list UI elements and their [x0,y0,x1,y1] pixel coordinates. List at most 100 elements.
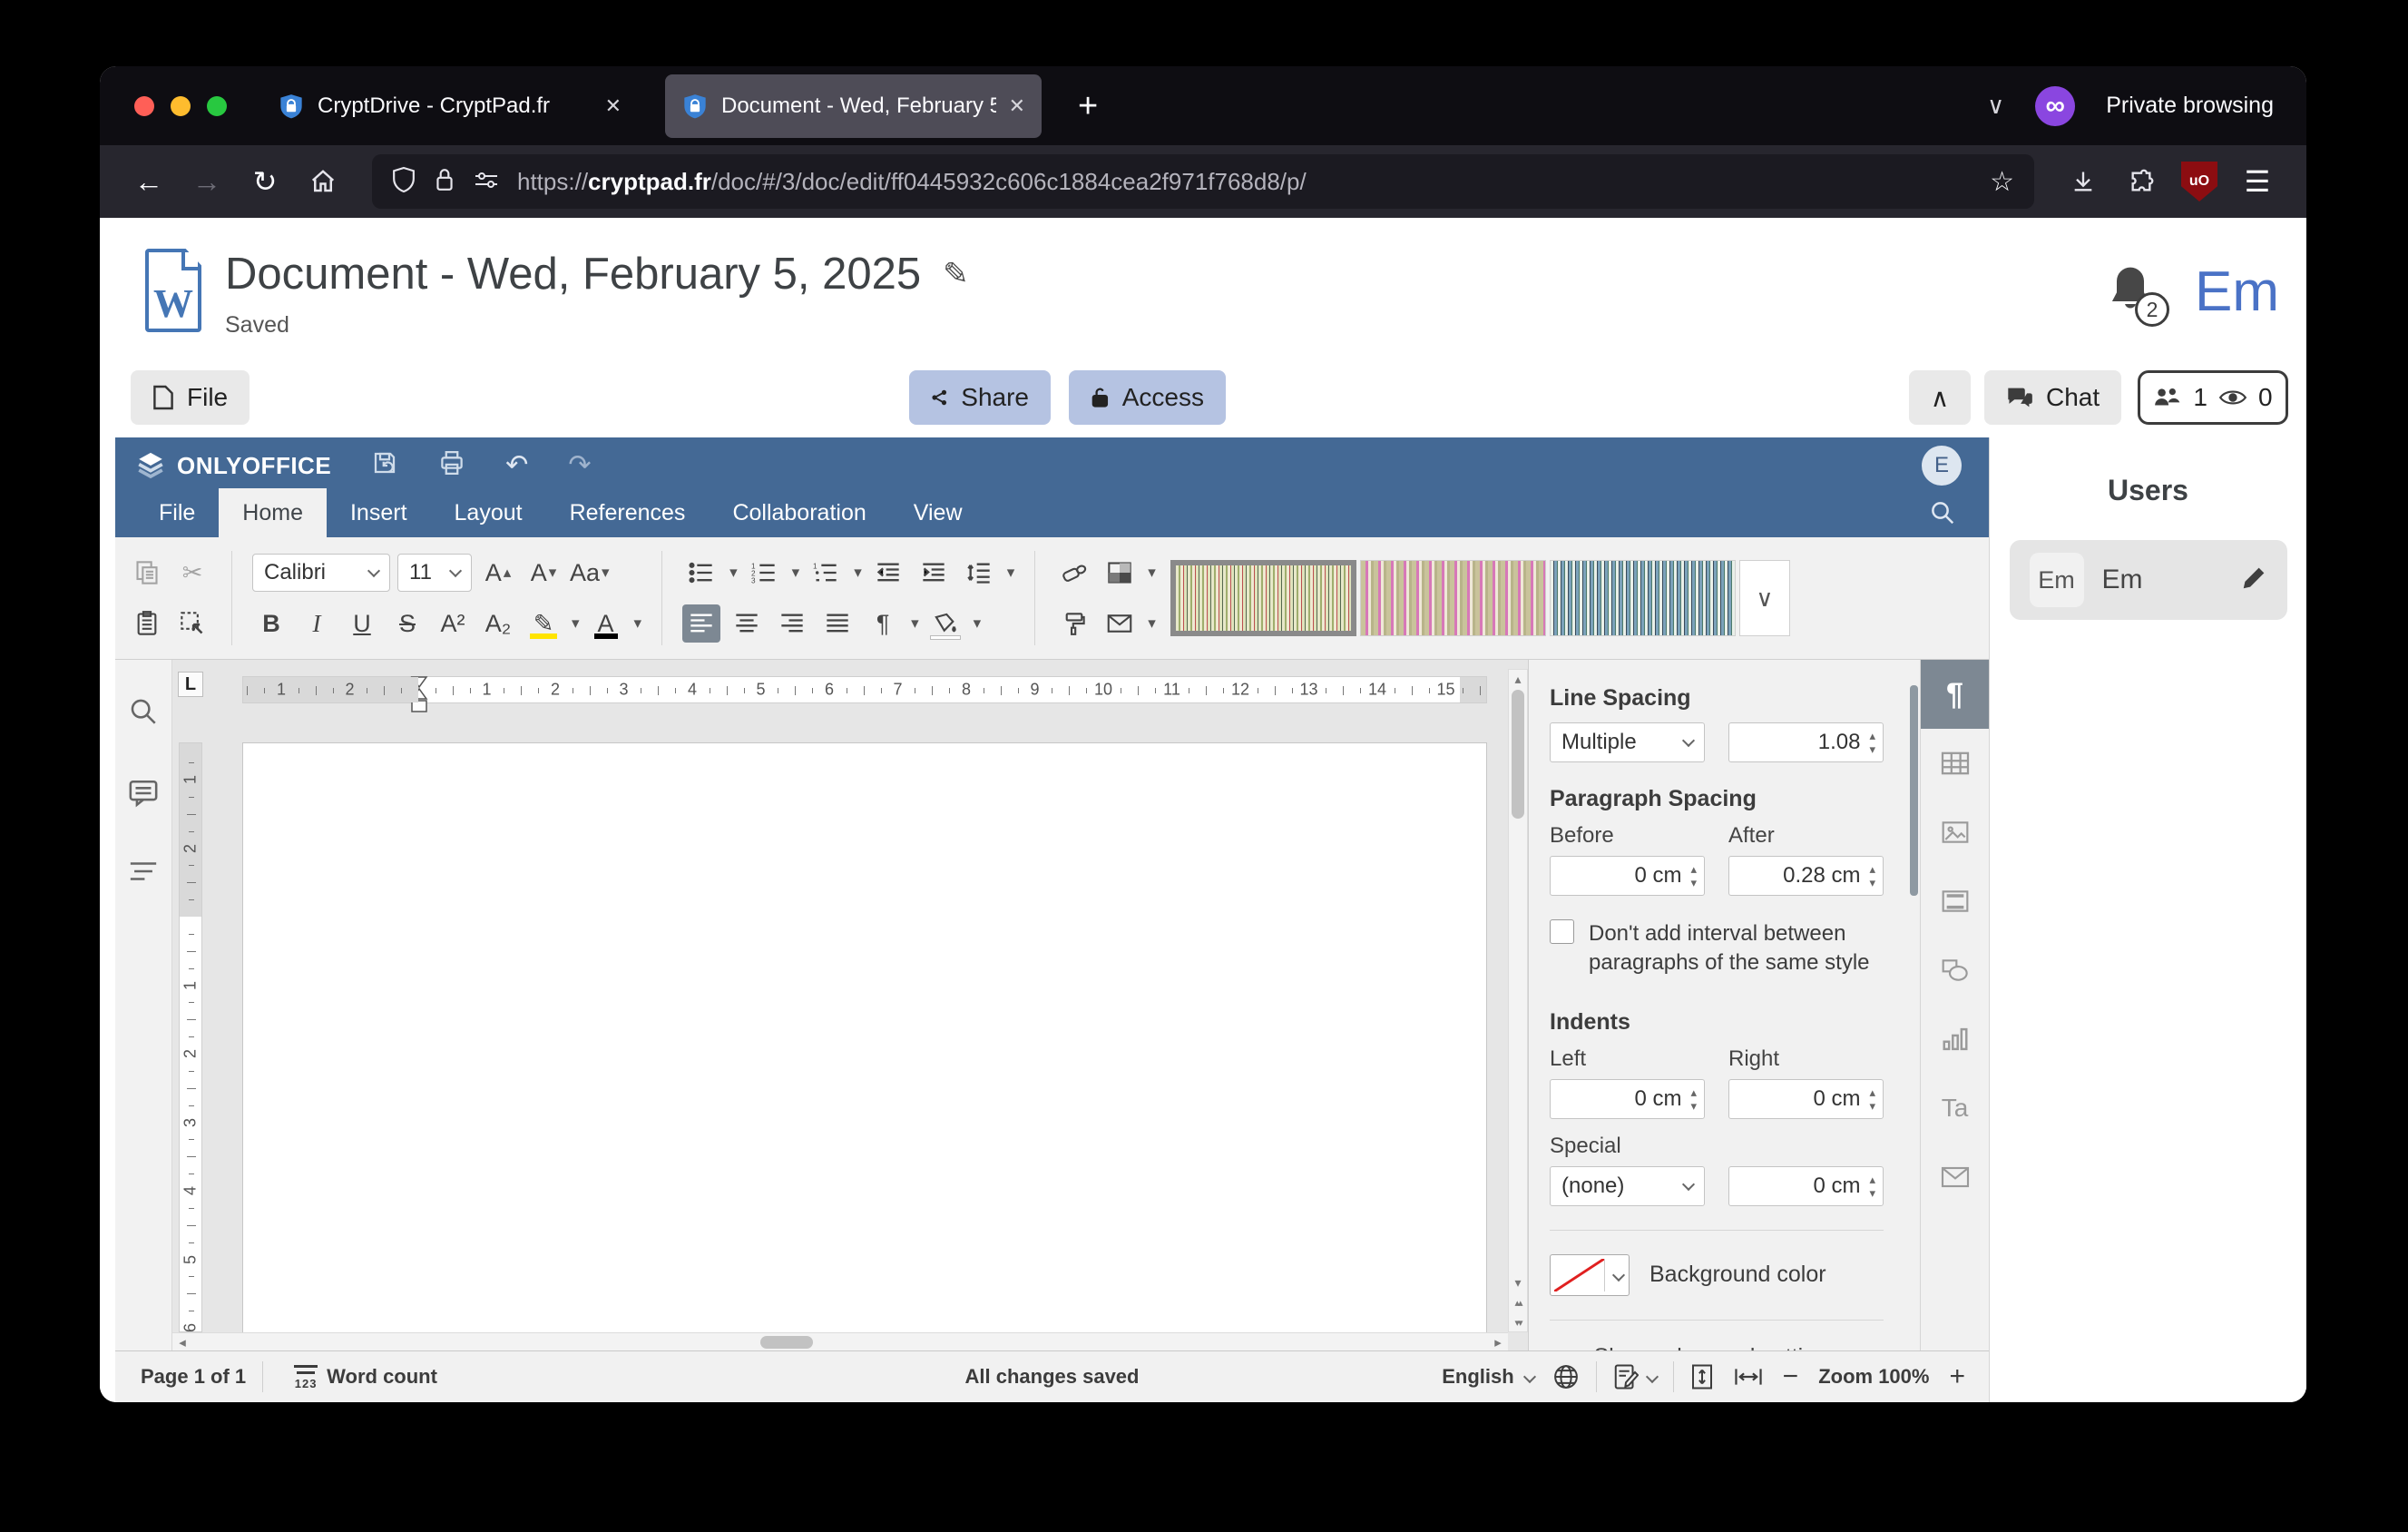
shape-settings-tab-icon[interactable] [1921,936,1989,1005]
menu-tab-home[interactable]: Home [219,488,327,537]
bookmark-star-icon[interactable]: ☆ [1990,166,2014,198]
chat-button[interactable]: Chat [1984,370,2121,425]
decrease-font-icon[interactable]: A▾ [524,554,563,592]
font-color-dropdown-icon[interactable]: ▾ [634,614,642,633]
edit-name-pencil-icon[interactable] [2240,565,2267,596]
align-right-icon[interactable] [773,604,811,643]
url-text[interactable]: https://cryptpad.fr/doc/#/3/doc/edit/ff0… [517,168,1972,196]
highlight-color-icon[interactable]: ✎ [524,604,563,643]
account-avatar[interactable]: Em [2195,264,2288,320]
zoom-window-button[interactable] [207,96,227,116]
interval-checkbox[interactable] [1550,919,1574,944]
minimize-window-button[interactable] [171,96,191,116]
image-settings-tab-icon[interactable] [1921,798,1989,867]
rename-pencil-icon[interactable]: ✎ [943,256,969,292]
tab-stop-selector[interactable]: L [178,672,203,697]
chart-settings-tab-icon[interactable] [1921,1005,1989,1074]
line-spacing-amount-spinner[interactable]: 1.08▴▾ [1728,722,1884,762]
ublock-origin-icon[interactable]: uO [2174,156,2225,207]
align-left-icon[interactable] [682,604,720,643]
table-settings-tab-icon[interactable] [1921,729,1989,798]
tab-close-icon[interactable]: ✕ [605,94,622,118]
multilevel-list-dropdown-icon[interactable]: ▾ [854,564,862,582]
style-preview-selected[interactable] [1170,560,1356,636]
background-color-swatch[interactable] [1550,1254,1630,1296]
align-center-icon[interactable] [728,604,766,643]
scroll-right-icon[interactable]: ▸ [1488,1333,1508,1350]
downloads-button[interactable] [2058,156,2109,207]
highlight-dropdown-icon[interactable]: ▾ [572,614,580,633]
special-indent-spinner[interactable]: 0 cm▴▾ [1728,1166,1884,1206]
numbered-list-dropdown-icon[interactable]: ▾ [792,564,800,582]
reload-button[interactable]: ↻ [240,156,290,207]
indent-left-spinner[interactable]: 0 cm▴▾ [1550,1079,1705,1119]
menu-tab-collaboration[interactable]: Collaboration [709,488,889,537]
copy-icon[interactable] [128,554,166,592]
bold-icon[interactable]: B [252,604,290,643]
change-case-icon[interactable]: Aa▾ [570,554,610,592]
menu-tab-file[interactable]: File [135,488,219,537]
zoom-level[interactable]: Zoom 100% [1818,1365,1929,1389]
horizontal-scroll-thumb[interactable] [760,1336,813,1349]
lock-icon[interactable] [434,167,455,197]
strikethrough-icon[interactable]: S [388,604,426,643]
bullet-list-icon[interactable] [682,554,720,592]
panel-scrollbar-thumb[interactable] [1910,685,1918,896]
horizontal-scrollbar[interactable]: ◂ ▸ [172,1332,1508,1350]
header-footer-settings-tab-icon[interactable] [1921,867,1989,936]
line-spacing-icon[interactable] [960,554,998,592]
mail-merge-icon[interactable] [1101,604,1139,643]
nonprinting-dropdown-icon[interactable]: ▾ [911,614,919,633]
superscript-icon[interactable]: A² [434,604,472,643]
document-workspace[interactable]: L 21123456789101112131415 21123456 ▴ ▾ ▴… [172,660,1528,1350]
zoom-out-icon[interactable]: − [1783,1361,1799,1392]
mail-merge-dropdown-icon[interactable]: ▾ [1148,614,1156,633]
app-menu-button[interactable]: ☰ [2232,156,2283,207]
table-shading-icon[interactable] [1101,554,1139,592]
increase-indent-icon[interactable] [915,554,953,592]
tab-cryptdrive[interactable]: CryptDrive - CryptPad.fr ✕ [261,74,638,138]
participants-indicator[interactable]: 1 0 [2138,370,2288,425]
multilevel-list-icon[interactable]: 1 [807,554,845,592]
user-list-item[interactable]: Em Em [2010,540,2287,620]
find-icon[interactable] [128,696,159,732]
forward-button[interactable]: → [181,156,232,207]
special-indent-select[interactable]: (none) [1550,1166,1705,1206]
mail-merge-settings-tab-icon[interactable] [1921,1143,1989,1212]
track-changes-button[interactable] [1613,1363,1657,1390]
tab-document[interactable]: Document - Wed, February 5, 2 ✕ [665,74,1042,138]
increase-font-icon[interactable]: A▴ [479,554,517,592]
scroll-down-icon[interactable]: ▾ [1509,1273,1527,1291]
close-window-button[interactable] [134,96,154,116]
table-shading-dropdown-icon[interactable]: ▾ [1148,564,1156,582]
justify-icon[interactable] [818,604,857,643]
fit-page-icon[interactable] [1690,1363,1714,1390]
language-select[interactable]: English [1442,1363,1579,1390]
menu-tab-references[interactable]: References [546,488,710,537]
next-page-icon[interactable]: ▾▾ [1509,1313,1527,1331]
copy-style-icon[interactable] [1055,604,1093,643]
notifications-bell-icon[interactable]: 2 [2104,263,2157,321]
numbered-list-icon[interactable]: 123 [745,554,783,592]
clear-style-icon[interactable] [1055,554,1093,592]
editor-search-icon[interactable] [1929,488,1989,537]
navigation-outline-icon[interactable] [128,859,159,888]
shading-dropdown-icon[interactable]: ▾ [974,614,982,633]
vertical-scroll-thumb[interactable] [1512,690,1524,819]
font-size-select[interactable]: 11 [397,554,472,592]
font-color-icon[interactable]: A [587,604,625,643]
menu-tab-view[interactable]: View [890,488,986,537]
home-button[interactable] [298,156,348,207]
textart-settings-tab-icon[interactable]: Ta [1921,1074,1989,1143]
select-all-icon[interactable] [173,604,211,643]
new-tab-button[interactable]: + [1069,89,1107,123]
indent-right-spinner[interactable]: 0 cm▴▾ [1728,1079,1884,1119]
word-count-button[interactable]: Word count [327,1365,437,1389]
style-preview[interactable] [1360,560,1546,636]
font-name-select[interactable]: Calibri [252,554,390,592]
scroll-up-icon[interactable]: ▴ [1509,670,1527,688]
horizontal-ruler[interactable]: 21123456789101112131415 [242,676,1487,703]
style-preview[interactable] [1550,560,1736,636]
shield-icon[interactable] [392,166,416,198]
spacing-before-spinner[interactable]: 0 cm▴▾ [1550,856,1705,896]
